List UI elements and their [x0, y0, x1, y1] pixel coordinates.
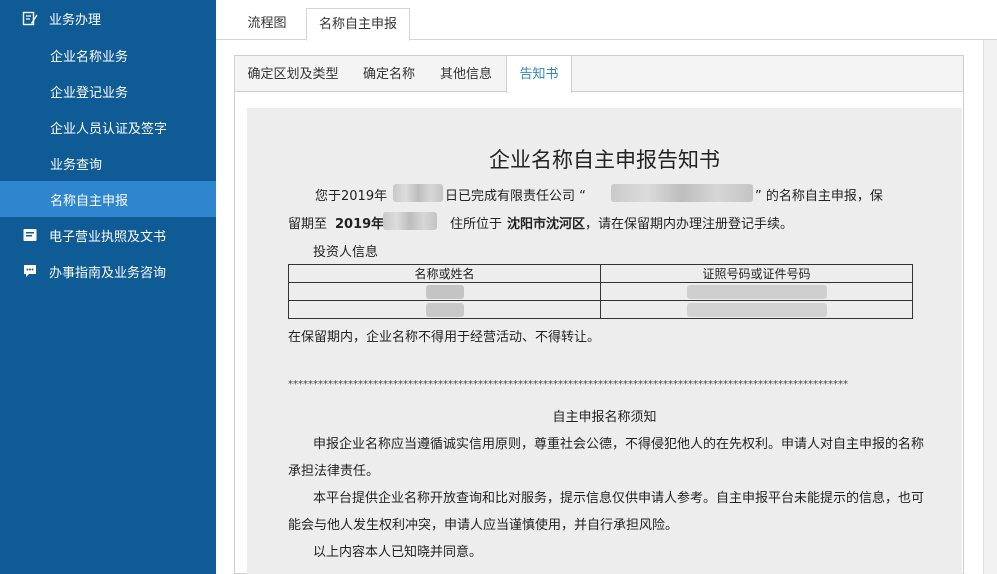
tab-name-self-declare[interactable]: 名称自主申报 — [306, 8, 410, 41]
chat-icon — [22, 263, 38, 279]
notice-location: 沈阳市沈河区 — [507, 217, 586, 232]
notice-text: ，请在保留期内办理注册登记手续。 — [585, 217, 794, 232]
sidebar-item-name-business[interactable]: 企业名称业务 — [0, 37, 216, 73]
redacted-investor-name — [425, 284, 464, 299]
table-cell — [288, 282, 601, 301]
sidebar-item-label: 企业登记业务 — [50, 85, 129, 101]
sidebar-item-query[interactable]: 业务查询 — [0, 145, 216, 181]
sidebar-item-label: 业务查询 — [50, 157, 103, 173]
notice-text: ” 的名称自主申报，保 — [755, 189, 883, 204]
notice-text: 住所位于 — [450, 217, 503, 232]
sidebar-item-e-license[interactable]: 电子营业执照及文书 — [0, 217, 216, 253]
redacted-investor-name — [425, 302, 464, 317]
sidebar-item-registration[interactable]: 企业登记业务 — [0, 73, 216, 109]
notice-paragraph: 承担法律责任。 — [288, 464, 380, 479]
tab-flowchart[interactable]: 流程图 — [238, 8, 296, 40]
step-tab-bar: 确定区划及类型 确定名称 其他信息 告知书 — [235, 56, 963, 93]
notice-text: 留期至 — [288, 217, 328, 232]
notice-paragraph: 能会与他人发生权利冲突，申请人应当谨慎使用，并自行承担风险。 — [288, 518, 679, 533]
notice-text: 您于2019年 — [315, 189, 388, 204]
sidebar-item-business[interactable]: 业务办理 — [0, 0, 216, 36]
notice-date-year: 2019年 — [335, 217, 385, 232]
sidebar-item-label: 办事指南及业务咨询 — [49, 265, 167, 281]
table-header: 名称或姓名 — [288, 264, 601, 283]
notice-paragraph: 本平台提供企业名称开放查询和比对服务，提示信息仅供申请人参考。自主申报平台未能提… — [313, 491, 925, 506]
top-tab-bar: 流程图 名称自主申报 — [216, 0, 997, 41]
scrollbar[interactable] — [983, 40, 997, 574]
document-title: 企业名称自主申报告知书 — [489, 148, 720, 172]
table-header: 证照号码或证件号码 — [600, 264, 913, 283]
sidebar-item-guide[interactable]: 办事指南及业务咨询 — [0, 253, 216, 289]
investor-label: 投资人信息 — [313, 245, 379, 260]
redacted-id-number — [686, 284, 827, 299]
redacted-date — [393, 184, 443, 202]
redacted-company-name — [611, 184, 753, 202]
table-cell — [600, 282, 913, 301]
investor-table: 名称或姓名 证照号码或证件号码 — [288, 264, 913, 319]
notice-panel: 确定区划及类型 确定名称 其他信息 告知书 企业名称自主申报告知书 您于2019… — [234, 55, 964, 574]
notice-text: 日已完成有限责任公司 “ — [445, 189, 586, 204]
tab-region-type[interactable]: 确定区划及类型 — [235, 56, 351, 92]
sidebar-item-label: 电子营业执照及文书 — [49, 229, 167, 245]
separator-line: ****************************************… — [288, 379, 848, 390]
tab-notice[interactable]: 告知书 — [506, 56, 572, 93]
notice-paragraph: 申报企业名称应当遵循诚实信用原则，尊重社会公德，不得侵犯他人的在先权利。申请人对… — [313, 437, 925, 452]
sidebar-item-name-self-declare[interactable]: 名称自主申报 — [0, 181, 216, 217]
sidebar-item-label: 业务办理 — [49, 12, 102, 28]
table-cell — [600, 300, 913, 319]
edit-icon — [22, 10, 38, 26]
redacted-date — [383, 212, 437, 230]
restriction-text: 在保留期内，企业名称不得用于经营活动、不得转让。 — [288, 330, 601, 345]
sidebar-item-label: 企业名称业务 — [50, 49, 129, 65]
sidebar-item-label: 名称自主申报 — [50, 193, 129, 209]
sidebar: 业务办理 企业名称业务 企业登记业务 企业人员认证及签字 业务查询 名称自主申报… — [0, 0, 216, 574]
table-cell — [288, 300, 601, 319]
notice-paragraph: 以上内容本人已知晓并同意。 — [313, 545, 483, 560]
section-title: 自主申报名称须知 — [552, 410, 657, 425]
notice-document: 企业名称自主申报告知书 您于2019年 日已完成有限责任公司 “ ” 的名称自主… — [247, 108, 962, 574]
sidebar-item-personnel-auth[interactable]: 企业人员认证及签字 — [0, 109, 216, 145]
tab-confirm-name[interactable]: 确定名称 — [351, 56, 427, 92]
tab-other-info[interactable]: 其他信息 — [427, 56, 505, 92]
sidebar-item-label: 企业人员认证及签字 — [50, 121, 168, 137]
license-icon — [22, 227, 38, 243]
redacted-id-number — [686, 302, 827, 317]
